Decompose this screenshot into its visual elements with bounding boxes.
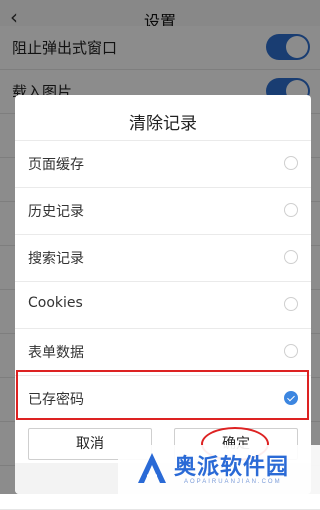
watermark: 奥派软件园 AOPAIRUANJIAN.COM (118, 445, 320, 494)
option-label: 页面缓存 (28, 157, 84, 173)
option-history[interactable]: 历史记录 (15, 187, 311, 233)
option-search-records[interactable]: 搜索记录 (15, 234, 311, 280)
option-label: 已存密码 (28, 392, 84, 408)
radio-icon[interactable] (284, 344, 298, 358)
logo-icon (138, 453, 166, 483)
radio-checked-icon[interactable] (284, 391, 298, 405)
option-label: 搜索记录 (28, 251, 84, 267)
option-cookies[interactable]: Cookies (15, 281, 311, 327)
dialog-title: 清除记录 (129, 114, 197, 134)
option-form-data[interactable]: 表单数据 (15, 328, 311, 374)
radio-icon[interactable] (284, 156, 298, 170)
option-label: 表单数据 (28, 345, 84, 361)
option-page-cache[interactable]: 页面缓存 (15, 140, 311, 186)
watermark-brand: 奥派软件园 (174, 455, 290, 480)
radio-icon[interactable] (284, 297, 298, 311)
radio-icon[interactable] (284, 203, 298, 217)
option-label: Cookies (28, 295, 83, 311)
watermark-url: AOPAIRUANJIAN.COM (184, 479, 282, 485)
radio-icon[interactable] (284, 250, 298, 264)
option-saved-passwords[interactable]: 已存密码 (15, 375, 311, 421)
clear-records-dialog: 清除记录 页面缓存 历史记录 搜索记录 Cookies 表单数据 已存密码 取消… (15, 95, 311, 494)
option-label: 历史记录 (28, 204, 84, 220)
